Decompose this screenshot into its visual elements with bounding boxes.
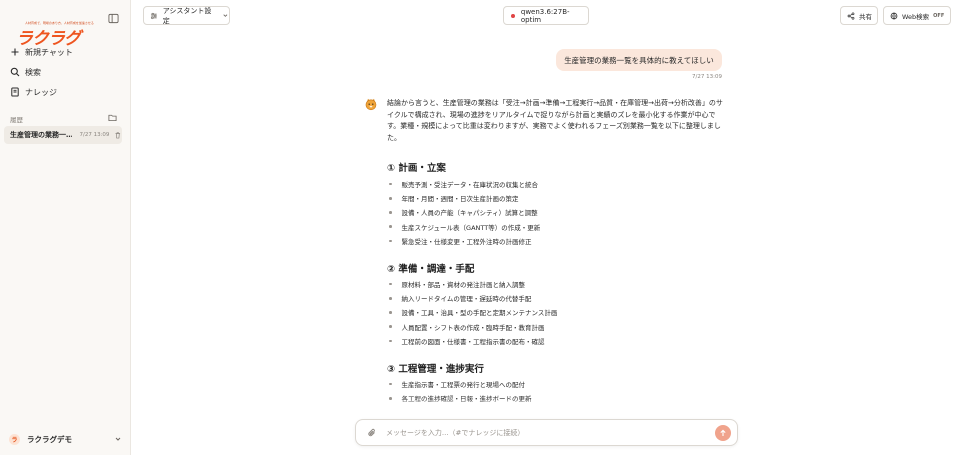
list-item: 人員配置・シフト表の作成・臨時手配・教育計画 <box>389 320 719 334</box>
sidebar-item-search[interactable]: 検索 <box>4 63 126 81</box>
user-message: 生産管理の業務一覧を具体的に教えてほしい <box>556 49 722 71</box>
list-item: 原材料・部品・資材の発注計画と納入調整 <box>389 277 719 291</box>
list-item: 販売予測・受注データ・在庫状況の収集と統合 <box>389 177 719 191</box>
chevron-down-icon <box>115 437 121 441</box>
web-search-label: Web検索 <box>902 12 930 21</box>
plus-icon <box>11 48 19 56</box>
scroll-fade <box>360 400 740 415</box>
history-label: 履歴 <box>10 116 23 124</box>
globe-icon <box>890 12 898 19</box>
book-icon <box>11 87 19 97</box>
assistant-avatar-icon <box>365 98 377 111</box>
sidebar-item-label: 検索 <box>25 67 41 77</box>
assistant-settings-label: アシスタント設定 <box>162 6 212 25</box>
sidebar-item-label: 新規チャット <box>25 47 73 57</box>
assistant-message: 結論から言うと、生産管理の業務は「受注→計画→準備→工程実行→品質・在庫管理→出… <box>387 98 727 144</box>
user-name: ラクラグデモ <box>27 434 72 444</box>
user-menu[interactable]: ラ ラクラグデモ <box>4 430 126 448</box>
avatar: ラ <box>9 433 20 445</box>
message-timestamp: 7/27 13:09 <box>692 74 722 80</box>
model-status-dot <box>511 13 515 18</box>
list-item: 生産指示書・工程票の発行と現場への配付 <box>389 377 719 391</box>
section-title: ① 計画・立案 <box>387 163 446 174</box>
list-item: 納入リードタイムの管理・遅延時の代替手配 <box>389 291 719 305</box>
list-item: 設備・人員の产能（キャパシティ）試算と調整 <box>389 205 719 219</box>
list-item: 工程前の図面・仕様書・工程指示書の配布・確認 <box>389 334 719 348</box>
list-item: 緊急受注・仕様変更・工程外注時の計画修正 <box>389 234 719 248</box>
send-button[interactable] <box>715 425 731 441</box>
trash-icon[interactable] <box>114 131 122 139</box>
sidebar-item-label: ナレッジ <box>25 87 57 97</box>
sidebar-item-knowledge[interactable]: ナレッジ <box>4 83 126 101</box>
message-composer <box>355 419 738 446</box>
paperclip-icon[interactable] <box>367 428 377 438</box>
history-item-time: 7/27 13:09 <box>79 132 110 138</box>
model-name: qwen3.6:27B-optim <box>520 7 570 24</box>
answer-intro: 結論から言うと、生産管理の業務は「受注→計画→準備→工程実行→品質・在庫管理→出… <box>387 99 723 142</box>
section-title: ② 準備・調達・手配 <box>387 264 475 275</box>
assistant-settings-button[interactable]: アシスタント設定 <box>143 6 230 25</box>
sidebar-toggle-icon[interactable] <box>108 13 119 24</box>
app-logo[interactable]: 人材育成で、現場のあり方、人材育成を加速させる ラクラグ <box>8 10 94 49</box>
search-icon <box>10 67 20 77</box>
bullet-list: 販売予測・受注データ・在庫状況の収集と統合 年間・月間・週間・日次生産計画の策定… <box>389 177 719 248</box>
web-search-toggle[interactable]: Web検索 OFF <box>883 6 951 25</box>
list-item: 年間・月間・週間・日次生産計画の策定 <box>389 191 719 205</box>
web-search-state: OFF <box>933 12 945 19</box>
bullet-list: 原材料・部品・資材の発注計画と納入調整 納入リードタイムの管理・遅延時の代替手配… <box>389 277 719 348</box>
top-bar: アシスタント設定 qwen3.6:27B-optim 共有 Web検索 OFF <box>131 0 960 31</box>
history-item-title: 生産管理の業務一… <box>10 131 73 139</box>
chevron-down-icon <box>223 14 228 17</box>
share-label: 共有 <box>859 12 872 21</box>
folder-icon[interactable] <box>108 113 117 122</box>
history-item[interactable]: 生産管理の業務一… 7/27 13:09 <box>4 126 122 144</box>
message-input[interactable] <box>386 428 696 437</box>
sidebar-item-new-chat[interactable]: 新規チャット <box>4 43 126 61</box>
list-item: 設備・工具・治具・型の手配と定期メンテナンス計画 <box>389 305 719 319</box>
section-title: ③ 工程管理・進捗実行 <box>387 364 484 375</box>
sidebar: 人材育成で、現場のあり方、人材育成を加速させる ラクラグ 新規チャット 検索 ナ… <box>0 0 131 455</box>
share-icon <box>847 11 855 20</box>
sliders-icon <box>150 12 157 19</box>
list-item: 生産スケジュール表（GANTT等）の作成・更新 <box>389 220 719 234</box>
share-button[interactable]: 共有 <box>840 6 878 25</box>
arrow-up-icon <box>720 429 726 436</box>
model-selector[interactable]: qwen3.6:27B-optim <box>503 6 589 25</box>
